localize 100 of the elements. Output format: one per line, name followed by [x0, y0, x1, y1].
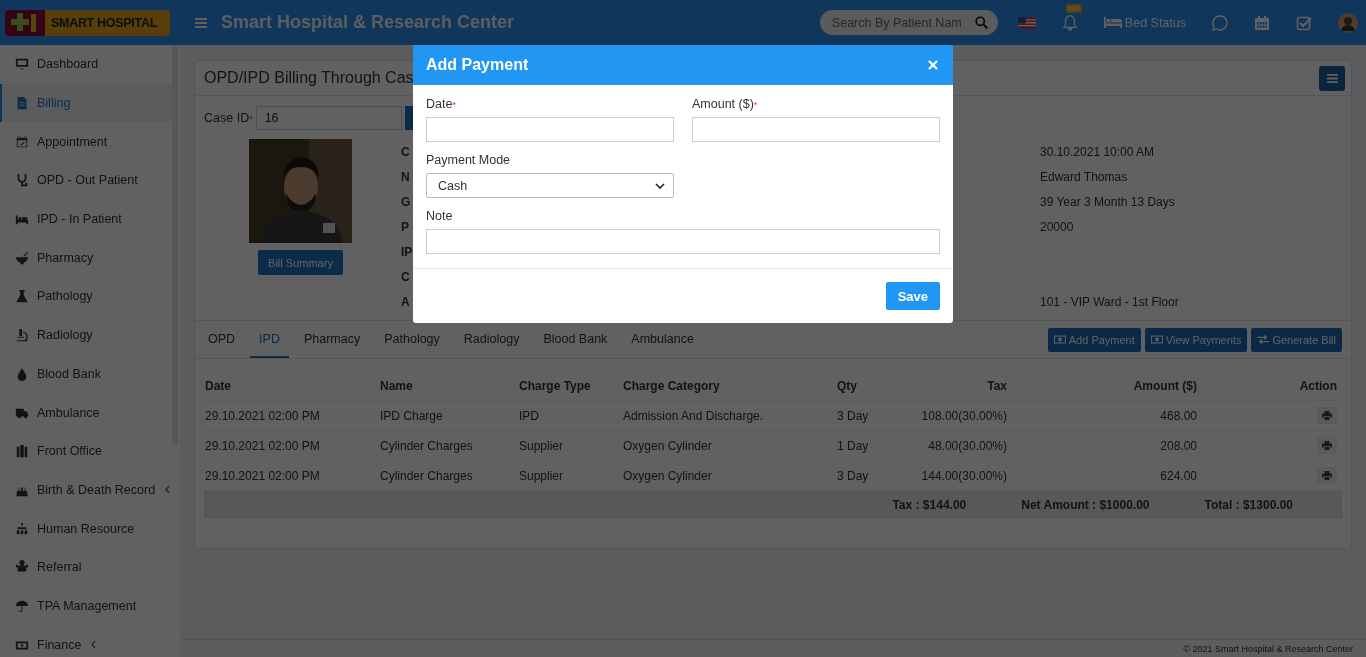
bell-icon[interactable]: [1061, 14, 1078, 31]
tab[interactable]: Pharmacy: [294, 321, 370, 358]
logo[interactable]: SMART HOSPITAL: [5, 9, 170, 36]
table-cell: Supplier: [519, 468, 564, 483]
checkbox-icon[interactable]: [1296, 14, 1312, 31]
table-cell: Cylinder Charges: [380, 468, 473, 483]
printer-icon: [1322, 471, 1332, 480]
info-label: G: [401, 194, 411, 209]
case-id-field[interactable]: 16: [255, 105, 402, 130]
table-cell: 108.00(30.00%): [921, 408, 1007, 423]
total-text: Net Amount : $1000.00: [1021, 497, 1150, 512]
column-header: Amount ($): [1133, 378, 1197, 393]
close-icon[interactable]: [928, 60, 938, 70]
column-header: Action: [1299, 378, 1337, 393]
sidebar-item[interactable]: Human Resource: [0, 509, 180, 548]
action-button[interactable]: Generate Bill: [1251, 327, 1342, 352]
table-cell: 48.00(30.00%): [928, 438, 1007, 453]
table-cell: Supplier: [519, 438, 564, 453]
column-header: Charge Category: [623, 378, 720, 393]
table-cell: 29.10.2021 02:00 PM: [205, 468, 320, 483]
field-label: Date*: [426, 97, 457, 111]
page-title: OPD/IPD Billing Through Cas: [204, 69, 414, 87]
monitor-icon: [15, 57, 29, 72]
input-field[interactable]: [426, 229, 940, 254]
sidebar-item[interactable]: TPA Management: [0, 586, 180, 626]
app-title: Smart Hospital & Research Center: [221, 12, 515, 33]
table-cell: 3 Day: [837, 468, 869, 483]
menu-icon[interactable]: [195, 17, 207, 28]
table-cell: 1 Day: [837, 438, 869, 453]
tab[interactable]: IPD: [250, 321, 289, 358]
table-cell: Oxygen Cylinder: [623, 468, 712, 483]
sidebar-item[interactable]: Referral: [0, 547, 180, 587]
info-value: Edward Thomas: [1040, 169, 1128, 184]
money-icon: [1150, 335, 1163, 344]
logo-text: SMART HOSPITAL: [50, 15, 158, 30]
calendar-icon[interactable]: [1254, 14, 1270, 31]
table-cell: 208.00: [1160, 438, 1197, 453]
tab[interactable]: Ambulance: [622, 321, 703, 358]
field-label: Note: [426, 209, 454, 223]
action-button[interactable]: View Payments: [1144, 327, 1248, 352]
table-cell: Cylinder Charges: [380, 438, 473, 453]
copyright-text: © 2021 Smart Hospital & Research Center: [1183, 643, 1353, 654]
print-button[interactable]: [1317, 467, 1337, 484]
drop-icon: [15, 366, 29, 381]
bill-summary-button[interactable]: Bill Summary: [258, 250, 343, 275]
input-field[interactable]: [426, 117, 674, 142]
table-cell: 3 Day: [837, 408, 869, 423]
print-button[interactable]: [1317, 437, 1337, 454]
info-label: A: [401, 294, 410, 309]
save-button[interactable]: Save: [885, 282, 940, 310]
column-header: Qty: [837, 378, 857, 393]
column-header: Name: [380, 378, 413, 393]
info-label: N: [401, 169, 410, 184]
cross-icon: [5, 9, 45, 36]
table-cell: IPD Charge: [380, 408, 443, 423]
sidebar-item[interactable]: Finance: [0, 625, 180, 657]
column-header: Tax: [987, 378, 1007, 393]
umbrella-icon: [15, 598, 29, 613]
total-text: Tax : $144.00: [892, 497, 967, 512]
input-field[interactable]: [692, 117, 940, 142]
info-value: 20000: [1040, 219, 1074, 234]
tab[interactable]: Blood Bank: [534, 321, 617, 358]
table-cell: Admission And Discharge.: [623, 408, 764, 423]
table-cell: IPD: [519, 408, 539, 423]
flag-icon[interactable]: [1017, 16, 1036, 29]
printer-icon: [1322, 441, 1332, 450]
avatar[interactable]: [1338, 12, 1358, 33]
dialog-title: Add Payment: [426, 56, 529, 74]
info-value: 101 - VIP Ward - 1st Floor: [1040, 294, 1179, 309]
table-cell: 468.00: [1160, 408, 1197, 423]
microscope-icon: [15, 328, 29, 343]
table-cell: 29.10.2021 02:00 PM: [205, 408, 320, 423]
info-value: 30.10.2021 10:00 AM: [1040, 144, 1155, 159]
building-icon: [15, 444, 29, 459]
case-id-label: Case ID*: [204, 110, 253, 125]
search-icon[interactable]: [974, 16, 988, 29]
sidebar-item[interactable]: Birth & Death Record: [0, 470, 180, 510]
tab[interactable]: Radiology: [454, 321, 529, 358]
info-value: 39 Year 3 Month 13 Days: [1040, 194, 1175, 209]
tab[interactable]: OPD: [199, 321, 245, 358]
menu-button[interactable]: [1319, 65, 1345, 91]
chat-icon[interactable]: [1212, 14, 1228, 31]
bed-icon: [1103, 17, 1122, 28]
table-cell: 144.00(30.00%): [921, 468, 1007, 483]
column-header: Date: [205, 378, 231, 393]
table-cell: 29.10.2021 02:00 PM: [205, 438, 320, 453]
info-label: C: [401, 269, 410, 284]
mortar-icon: [15, 250, 29, 265]
info-label: IP: [401, 244, 413, 259]
tab[interactable]: Pathology: [375, 321, 449, 358]
scrollbar[interactable]: [172, 45, 178, 445]
exchange-icon: [1257, 335, 1270, 344]
action-button[interactable]: Add Payment: [1047, 327, 1141, 352]
payment-mode-select[interactable]: Cash: [426, 173, 674, 198]
bed-status-link[interactable]: Bed Status: [1103, 15, 1186, 30]
calendar-icon: [15, 134, 29, 149]
stethoscope-icon: [15, 173, 29, 188]
print-button[interactable]: [1317, 407, 1337, 424]
column-header: Charge Type: [519, 378, 591, 393]
table-cell: 624.00: [1160, 468, 1197, 483]
